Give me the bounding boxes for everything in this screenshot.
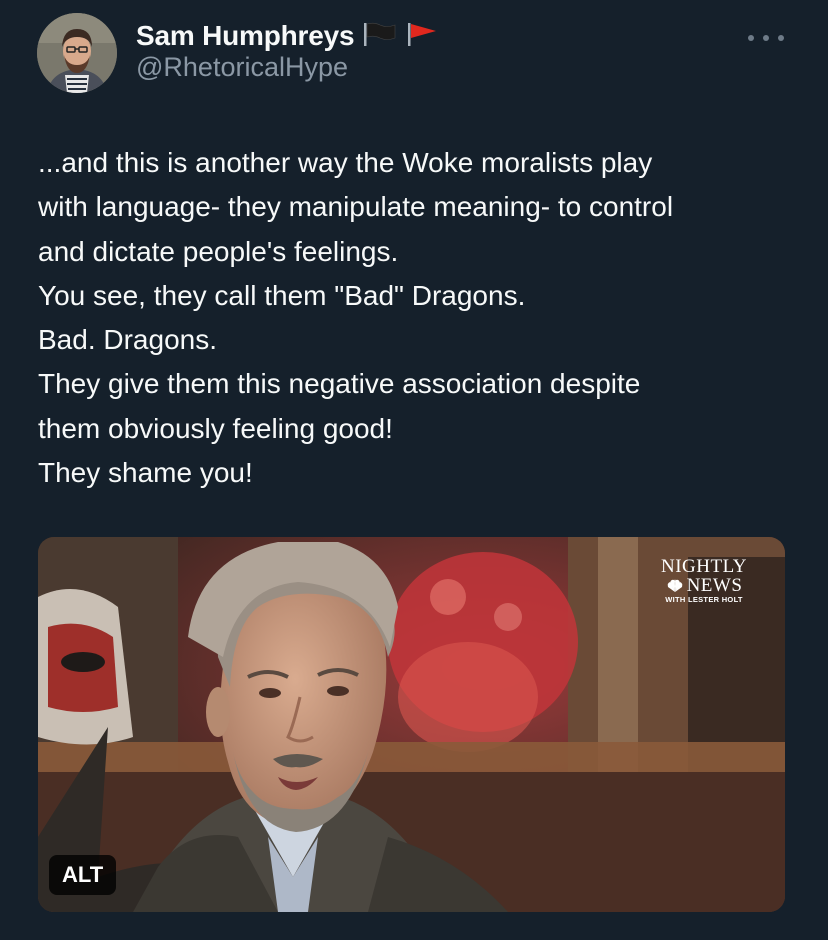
display-name[interactable]: Sam Humphreys xyxy=(136,20,355,52)
tweet-line: and dictate people's feelings. xyxy=(38,235,399,267)
handle[interactable]: @RhetoricalHype xyxy=(136,52,348,83)
news-logo-line1: NIGHTLY xyxy=(660,556,748,577)
news-logo: NIGHTLY NEWS WITH LESTER HOLT xyxy=(649,557,759,604)
news-logo-line2: NEWS xyxy=(686,575,743,596)
media-image[interactable]: NIGHTLY NEWS WITH LESTER HOLT ALT xyxy=(38,537,785,912)
tweet-line: Bad. Dragons. xyxy=(38,324,217,356)
tweet-line: ...and this is another way the Woke mora… xyxy=(38,147,653,178)
tweet-line: them obviously feeling good! xyxy=(38,412,393,444)
dot-icon xyxy=(748,35,754,41)
black-flag-icon xyxy=(362,21,398,52)
tweet: Sam Humphreys @RhetoricalHype ...and thi… xyxy=(0,0,828,940)
tweet-line: They give them this negative association… xyxy=(38,368,641,400)
peacock-icon xyxy=(666,579,684,593)
avatar[interactable] xyxy=(37,13,117,93)
tweet-text: ...and this is another way the Woke mora… xyxy=(38,141,808,495)
tweet-line: You see, they call them "Bad" Dragons. xyxy=(38,279,526,311)
alt-text-button[interactable]: ALT xyxy=(49,855,117,895)
more-options-button[interactable] xyxy=(748,26,784,50)
tweet-line: with language- they manipulate meaning- … xyxy=(38,191,674,223)
news-logo-line3: WITH LESTER HOLT xyxy=(665,595,743,604)
tweet-line: They shame you! xyxy=(38,457,253,489)
dot-icon xyxy=(778,35,784,41)
red-flag-icon xyxy=(406,21,438,52)
dot-icon xyxy=(763,35,769,41)
name-row: Sam Humphreys xyxy=(136,18,438,54)
